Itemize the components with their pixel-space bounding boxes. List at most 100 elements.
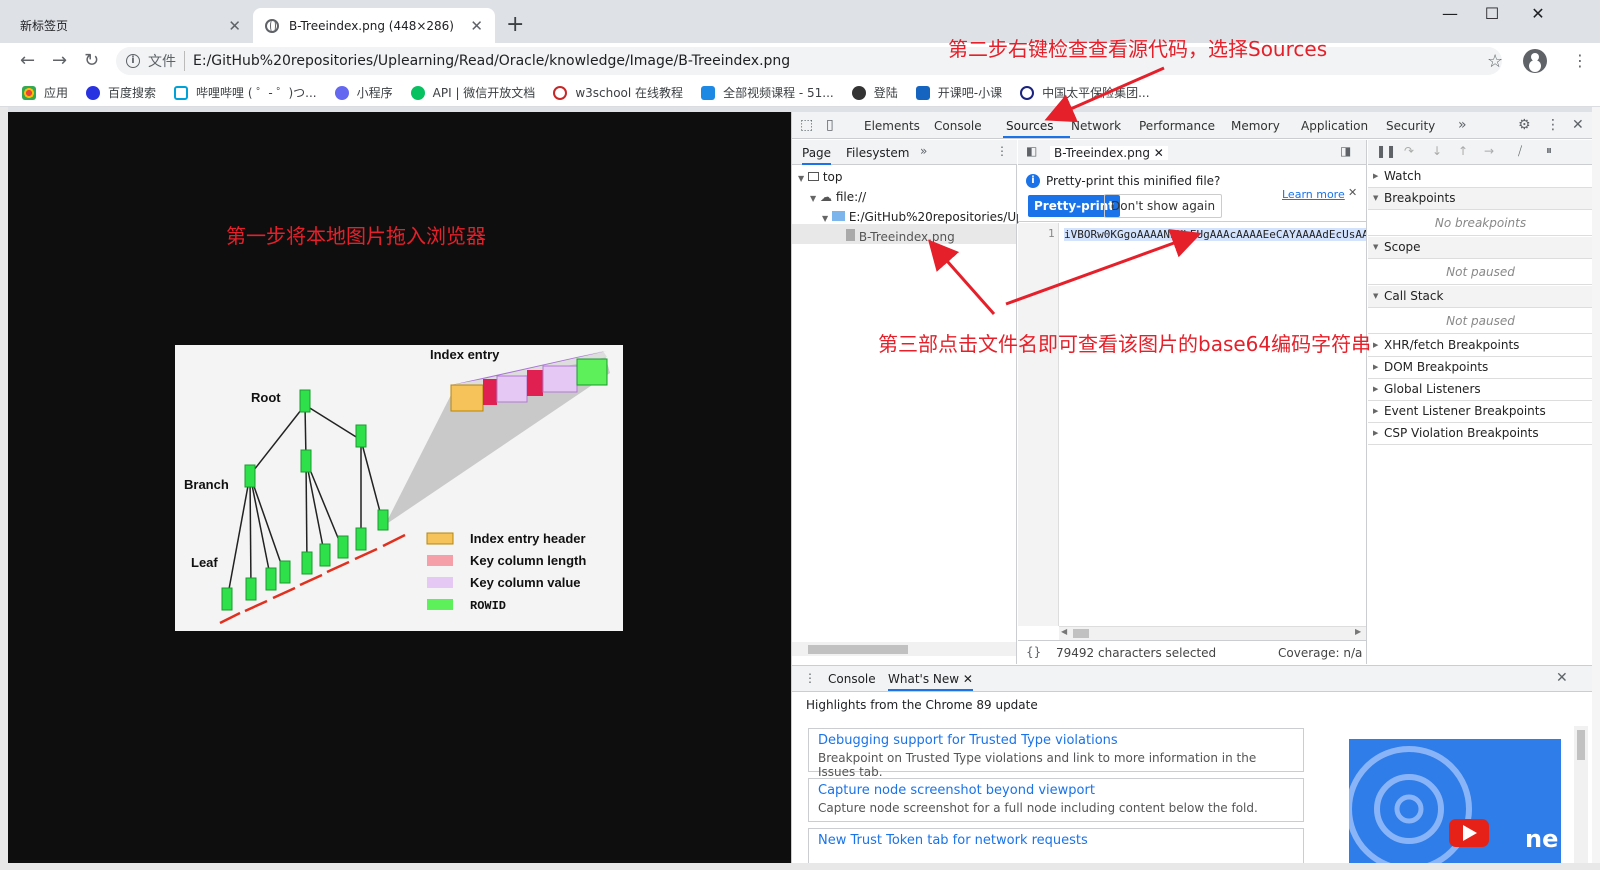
bookmark-w3school[interactable]: w3school 在线教程 bbox=[553, 84, 683, 101]
pause-icon[interactable]: ❚❚ bbox=[1376, 144, 1396, 158]
url-text[interactable]: E:/GitHub%20repositories/Uplearning/Read… bbox=[193, 53, 790, 69]
back-arrow-icon[interactable]: ← bbox=[20, 50, 35, 71]
maximize-icon[interactable]: ☐ bbox=[1482, 4, 1502, 23]
dont-show-again-button[interactable]: Don't show again bbox=[1104, 194, 1223, 218]
section-dom-breakpoints[interactable]: DOM Breakpoints bbox=[1368, 357, 1593, 379]
close-window-icon[interactable]: ✕ bbox=[1528, 4, 1548, 23]
section-xhr-breakpoints[interactable]: XHR/fetch Breakpoints bbox=[1368, 335, 1593, 357]
pause-on-exceptions-icon[interactable]: ⏸ bbox=[1546, 143, 1552, 158]
tab-console[interactable]: Console bbox=[934, 119, 982, 133]
tab-memory[interactable]: Memory bbox=[1231, 119, 1280, 133]
tab-network[interactable]: Network bbox=[1071, 119, 1121, 133]
tree-item-b-treeindex-file[interactable]: B-Treeindex.png bbox=[846, 229, 955, 244]
tree-item-file-scheme[interactable]: ▼ ☁ file:// bbox=[810, 190, 866, 204]
minimize-icon[interactable]: — bbox=[1440, 4, 1460, 23]
toggle-navigator-icon[interactable]: ◧ bbox=[1026, 144, 1037, 158]
step-over-icon[interactable]: ↷ bbox=[1404, 144, 1414, 158]
bookmark-bilibili[interactable]: 哔哩哔哩 ( ゜- ゜)つ... bbox=[174, 84, 317, 101]
kebab-menu-icon[interactable]: ⋮ bbox=[1572, 51, 1588, 70]
close-whats-new-icon[interactable]: ✕ bbox=[963, 672, 973, 686]
close-tab-icon[interactable]: ✕ bbox=[470, 17, 483, 35]
tab-application[interactable]: Application bbox=[1301, 119, 1368, 133]
section-global-listeners[interactable]: Global Listeners bbox=[1368, 379, 1593, 401]
scrollbar-thumb[interactable] bbox=[808, 645, 908, 654]
learn-more-link[interactable]: Learn more bbox=[1282, 188, 1345, 201]
step-icon[interactable]: → bbox=[1484, 144, 1494, 158]
insurance-icon bbox=[1020, 85, 1035, 100]
bookmark-apps[interactable]: 应用 bbox=[22, 84, 68, 101]
close-file-tab-icon[interactable]: ✕ bbox=[1154, 146, 1164, 160]
section-csp-violation-breakpoints[interactable]: CSP Violation Breakpoints bbox=[1368, 423, 1593, 445]
bookmark-wechat-docs[interactable]: API | 微信开放文档 bbox=[410, 84, 535, 101]
scrollbar-thumb[interactable] bbox=[1073, 629, 1089, 638]
step-into-icon[interactable]: ↓ bbox=[1432, 144, 1442, 158]
editor-hscrollbar[interactable]: ◀ ▶ bbox=[1059, 626, 1366, 640]
drawer-tab-bar: ⋮ Console What's New ✕ ✕ bbox=[792, 666, 1593, 692]
devtools-menu-icon[interactable]: ⋮ bbox=[1546, 117, 1560, 133]
code-line[interactable]: iVBORw0KGgoAAAANSUhEUgAAAcAAAAEeCAYAAAAd… bbox=[1064, 228, 1366, 241]
drawer-tab-whats-new[interactable]: What's New ✕ bbox=[888, 672, 973, 691]
whats-new-video-thumbnail[interactable]: ne bbox=[1349, 739, 1561, 864]
reload-icon[interactable]: ↻ bbox=[84, 50, 99, 71]
navigator-hscrollbar[interactable] bbox=[792, 642, 1016, 656]
tree-item-top[interactable]: ▼ top bbox=[798, 170, 842, 184]
bookmark-star-icon[interactable]: ☆ bbox=[1487, 51, 1503, 72]
bookmark-baidu[interactable]: 百度搜索 bbox=[86, 84, 156, 101]
section-watch[interactable]: Watch bbox=[1368, 166, 1593, 188]
whats-new-card[interactable]: Capture node screenshot beyond viewport … bbox=[808, 778, 1304, 822]
scroll-left-icon[interactable]: ◀ bbox=[1061, 627, 1067, 636]
section-call-stack[interactable]: Call Stack bbox=[1368, 286, 1593, 308]
deactivate-breakpoints-icon[interactable]: ⧸ bbox=[1518, 144, 1522, 159]
editor-status-bar: {} 79492 characters selected Coverage: n… bbox=[1018, 640, 1366, 664]
section-scope[interactable]: Scope bbox=[1368, 237, 1593, 259]
step-out-icon[interactable]: ↑ bbox=[1458, 144, 1468, 158]
login-icon bbox=[851, 85, 866, 100]
section-event-listener-breakpoints[interactable]: Event Listener Breakpoints bbox=[1368, 401, 1593, 423]
editor-file-tab[interactable]: B-Treeindex.png ✕ bbox=[1050, 146, 1168, 160]
bookmark-mini-program[interactable]: 小程序 bbox=[334, 84, 393, 101]
navigator-menu-icon[interactable]: ⋮ bbox=[996, 144, 1008, 158]
whats-new-card[interactable]: New Trust Token tab for network requests bbox=[808, 828, 1304, 864]
drawer-scrollbar[interactable] bbox=[1574, 726, 1588, 864]
tab-b-treeindex[interactable]: B-Treeindex.png (448×286) ✕ bbox=[253, 8, 495, 43]
tree-item-folder[interactable]: ▼ E:/GitHub%20repositories/Uple bbox=[822, 210, 1034, 224]
close-devtools-icon[interactable]: ✕ bbox=[1572, 117, 1584, 133]
toggle-debugger-icon[interactable]: ◨ bbox=[1340, 144, 1351, 158]
settings-gear-icon[interactable]: ⚙ bbox=[1518, 117, 1531, 133]
more-tabs-chevron-icon[interactable]: » bbox=[1458, 117, 1467, 133]
bookmark-taiping[interactable]: 中国太平保险集团... bbox=[1020, 84, 1150, 101]
scrollbar-thumb[interactable] bbox=[1577, 730, 1585, 760]
section-breakpoints[interactable]: Breakpoints bbox=[1368, 188, 1593, 210]
inspect-element-icon[interactable]: ⬚ bbox=[800, 117, 813, 133]
drawer-menu-icon[interactable]: ⋮ bbox=[804, 671, 816, 685]
tab-sources[interactable]: Sources bbox=[1006, 119, 1053, 133]
card-title[interactable]: New Trust Token tab for network requests bbox=[818, 833, 1294, 848]
legend-swatch-rowid bbox=[427, 599, 453, 610]
bookmark-51-courses[interactable]: 全部视频课程 - 51... bbox=[701, 84, 834, 101]
forward-arrow-icon[interactable]: → bbox=[52, 50, 67, 71]
card-title[interactable]: Capture node screenshot beyond viewport bbox=[818, 783, 1294, 798]
more-subtabs-chevron-icon[interactable]: » bbox=[920, 144, 927, 158]
info-icon[interactable]: i bbox=[126, 54, 140, 68]
drawer-tab-console[interactable]: Console bbox=[828, 672, 876, 686]
close-drawer-icon[interactable]: ✕ bbox=[1556, 670, 1568, 686]
scheme-label: 文件 bbox=[148, 51, 185, 71]
subtab-filesystem[interactable]: Filesystem bbox=[846, 146, 909, 160]
tab-elements[interactable]: Elements bbox=[864, 119, 920, 133]
bookmark-login[interactable]: 登陆 bbox=[851, 84, 898, 101]
curly-braces-icon[interactable]: {} bbox=[1026, 645, 1041, 659]
card-title[interactable]: Debugging support for Trusted Type viola… bbox=[818, 733, 1294, 748]
device-toolbar-icon[interactable]: ▯ bbox=[826, 117, 834, 133]
tab-security[interactable]: Security bbox=[1386, 119, 1435, 133]
close-tab-icon[interactable]: ✕ bbox=[228, 17, 241, 35]
whats-new-card[interactable]: Debugging support for Trusted Type viola… bbox=[808, 728, 1304, 779]
profile-avatar-icon[interactable] bbox=[1523, 49, 1547, 73]
bookmark-kaikeba[interactable]: 开课吧-小课 bbox=[915, 84, 1002, 101]
close-infobar-icon[interactable]: ✕ bbox=[1348, 186, 1357, 199]
new-tab-plus-icon[interactable]: + bbox=[506, 12, 524, 37]
tab-performance[interactable]: Performance bbox=[1139, 119, 1215, 133]
scroll-right-icon[interactable]: ▶ bbox=[1355, 627, 1361, 636]
subtab-page[interactable]: Page bbox=[802, 146, 832, 165]
tab-new-tab[interactable]: 新标签页 ✕ bbox=[8, 8, 253, 43]
browser-toolbar: ← → ↻ i 文件 E:/GitHub%20repositories/Uple… bbox=[0, 43, 1600, 79]
